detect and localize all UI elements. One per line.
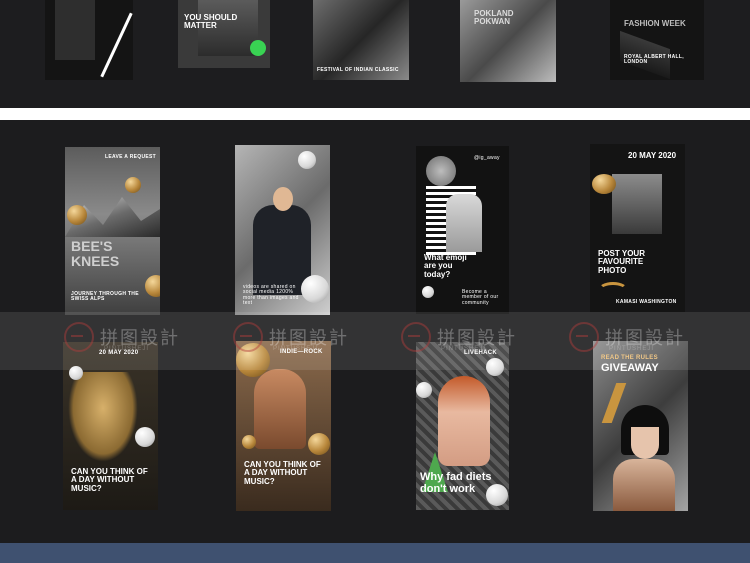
seal-icon [233,322,263,352]
top-card-4[interactable]: POKLAND POKWAN [460,0,556,82]
card-footer: Become a member of our community [462,289,499,306]
white-sphere [301,275,329,303]
seal-icon [569,322,599,352]
woman-photo [446,194,482,252]
watermark: 拼图設計 PINTUSHEJI [401,322,517,352]
gold-sphere [145,275,160,297]
watermark: 拼图設計 PINTUSHEJI [64,322,180,352]
top-card-3[interactable]: FESTIVAL OF INDIAN CLASSIC [313,0,409,80]
top-card-2[interactable]: YOU SHOULD MATTER [178,0,270,68]
card-body: videos are shared on social media 1200% … [243,284,299,306]
person-face [273,187,293,211]
card-title: POST YOUR FAVOURITE PHOTO [598,249,645,275]
watermark-sub: PINTUSHEJI [104,346,150,352]
card-footer: KAMASI WASHINGTON [616,299,677,305]
story-card-post-photo[interactable]: 20 MAY 2020 POST YOUR FAVOURITE PHOTO KA… [590,144,685,312]
woman-portrait [254,369,306,449]
top-card-1-photo [55,0,95,60]
card-title: BEE'S KNEES [71,238,120,269]
card-title: CAN YOU THINK OF A DAY WITHOUT MUSIC? [244,460,321,486]
seal-icon [64,322,94,352]
card-date: 20 MAY 2020 [628,151,677,160]
gold-sphere [308,433,330,455]
footer-band [0,543,750,563]
top-card-2-title: YOU SHOULD MATTER [184,13,238,31]
top-card-2-green-dot [250,40,266,56]
seal-icon [401,322,431,352]
watermark: 拼图設計 PINTUSHEJI [233,322,349,352]
fluffy-sphere [426,156,456,186]
figure-photo [612,174,662,234]
card-title: CAN YOU THINK OF A DAY WITHOUT MUSIC? [71,467,148,493]
white-sphere [422,286,434,298]
top-card-1[interactable] [45,0,133,80]
gold-shape [592,174,616,194]
white-sphere [298,151,316,169]
watermark-sub: PINTUSHEJI [441,346,487,352]
top-card-5[interactable]: FASHION WEEK ROYAL ALBERT HALL, LONDON [610,0,704,80]
watermark: 拼图設計 PINTUSHEJI [569,322,685,352]
top-card-5-title: FASHION WEEK [624,19,686,28]
card-header: LEAVE A REQUEST [105,154,156,160]
white-sphere [135,427,155,447]
watermark-sub: PINTUSHEJI [609,346,655,352]
top-card-4-title: POKLAND POKWAN [474,9,514,27]
white-divider [0,108,750,120]
gold-bolt [601,383,627,423]
story-card-businessman[interactable]: videos are shared on social media 1200% … [235,145,330,315]
shoulders [613,459,675,511]
redhead-portrait [438,376,490,466]
top-card-5-line: ROYAL ALBERT HALL, LONDON [624,54,684,66]
card-handle: @ig_away [474,155,500,161]
story-card-bees-knees[interactable]: LEAVE A REQUEST BEE'S KNEES JOURNEY THRO… [65,147,160,315]
card-title: Why fad diets don't work [420,471,492,495]
gold-sphere [67,205,87,225]
watermark-sub: PINTUSHEJI [273,346,319,352]
woman-face [631,427,659,459]
gold-sphere [242,435,256,449]
card-title: What emoji are you today? [424,253,467,279]
story-card-emoji[interactable]: @ig_away What emoji are you today? Becom… [416,146,509,314]
gold-squiggle [598,282,628,298]
gold-leaf [68,372,138,462]
top-card-1-slash [100,12,133,78]
white-sphere [416,382,432,398]
gold-sphere [125,177,141,193]
top-card-3-line: FESTIVAL OF INDIAN CLASSIC [317,67,399,73]
card-footer: JOURNEY THROUGH THE SWISS ALPS [71,291,139,303]
